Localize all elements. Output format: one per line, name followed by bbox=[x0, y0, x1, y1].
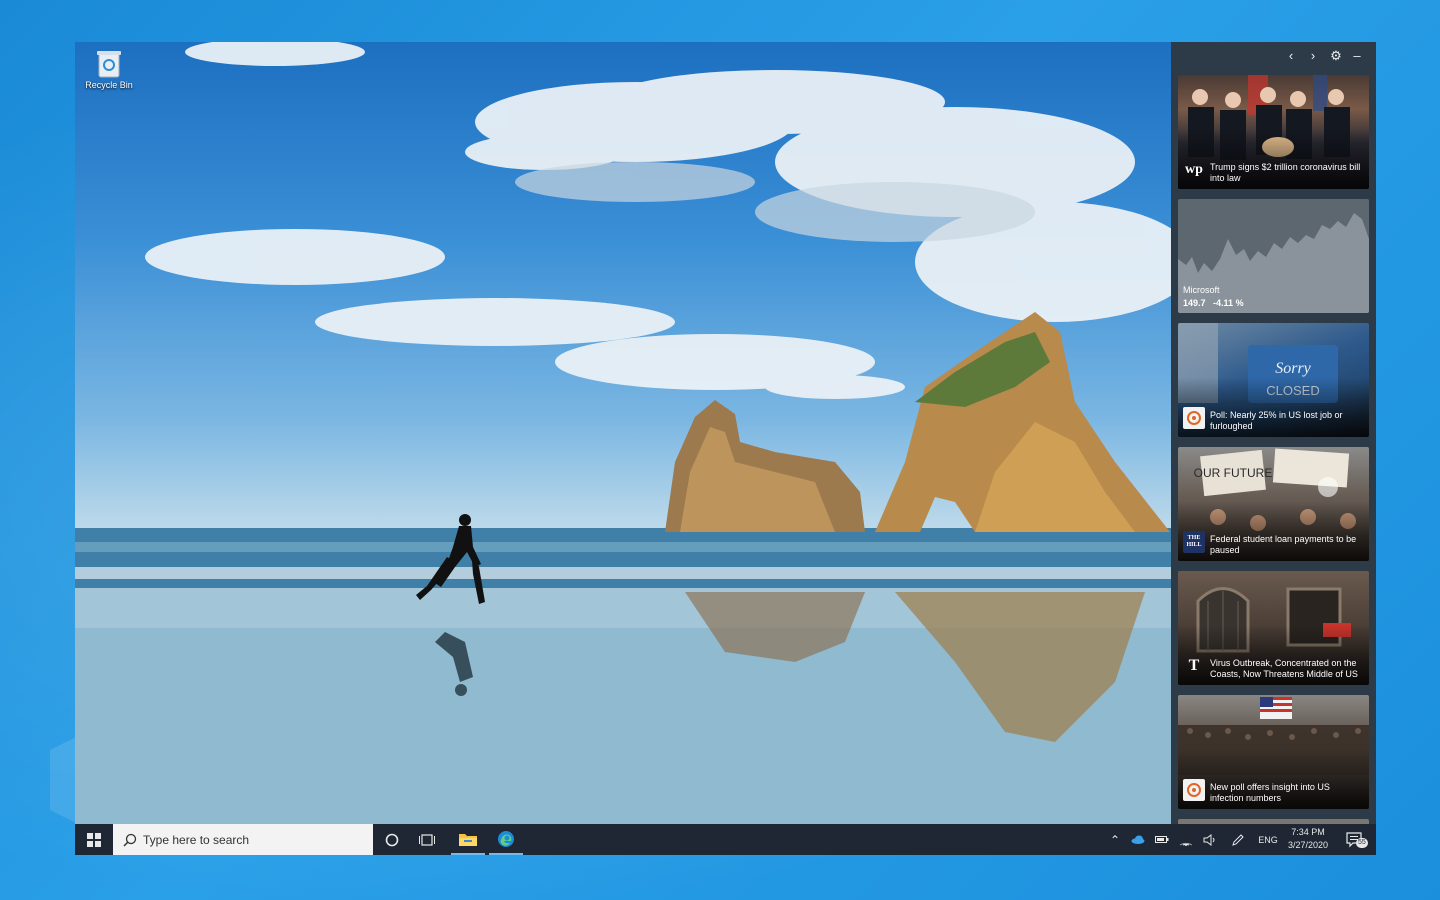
news-card[interactable]: Sorry CLOSED Poll: Nearly 25% in US lost… bbox=[1178, 323, 1369, 437]
action-center-button[interactable]: 55 bbox=[1343, 824, 1369, 855]
cortana-button[interactable] bbox=[378, 824, 406, 855]
stock-change: -4.11 % bbox=[1213, 298, 1244, 308]
task-view-button[interactable] bbox=[413, 824, 441, 855]
stock-value: 149.7 -4.11 % bbox=[1183, 298, 1244, 308]
news-card[interactable]: New poll offers insight into US infectio… bbox=[1178, 695, 1369, 809]
stock-price: 149.7 bbox=[1183, 298, 1206, 308]
clock-date: 3/27/2020 bbox=[1287, 840, 1329, 850]
language-indicator[interactable]: ENG bbox=[1255, 824, 1281, 855]
news-widget-panel: ‹ › ⚙ – wp Trump signs $2 trillion coron… bbox=[1171, 42, 1376, 824]
news-card[interactable]: wp Trump signs $2 trillion coronavirus b… bbox=[1178, 75, 1369, 189]
minimize-icon[interactable]: – bbox=[1350, 49, 1364, 63]
search-box[interactable]: Type here to search bbox=[113, 824, 373, 855]
taskbar: Type here to search ⌃ ENG 7:34 PM 3/27/2… bbox=[75, 824, 1376, 855]
the-hill-logo: THE HILL bbox=[1183, 531, 1205, 553]
edge-button[interactable] bbox=[489, 824, 523, 855]
onedrive-icon[interactable] bbox=[1129, 824, 1147, 855]
news-source-logo bbox=[1183, 407, 1205, 429]
news-headline: Federal student loan payments to be paus… bbox=[1210, 534, 1357, 555]
washington-post-logo: wp bbox=[1185, 162, 1203, 177]
gear-icon[interactable]: ⚙ bbox=[1329, 49, 1343, 63]
edge-icon bbox=[498, 830, 514, 847]
news-headline: Poll: Nearly 25% in US lost job or furlo… bbox=[1210, 410, 1343, 431]
clock[interactable]: 7:34 PM 3/27/2020 bbox=[1282, 826, 1334, 852]
news-headline: Virus Outbreak, Concentrated on the Coas… bbox=[1210, 658, 1358, 679]
chevron-right-icon[interactable]: › bbox=[1306, 49, 1320, 63]
chevron-left-icon[interactable]: ‹ bbox=[1284, 49, 1298, 63]
news-card[interactable]: T Virus Outbreak, Concentrated on the Co… bbox=[1178, 571, 1369, 685]
recycle-bin-label: Recycle Bin bbox=[85, 80, 133, 90]
clock-time: 7:34 PM bbox=[1291, 827, 1325, 837]
chevron-up-icon[interactable]: ⌃ bbox=[1107, 824, 1123, 855]
wifi-icon[interactable] bbox=[1177, 824, 1195, 855]
recycle-bin-icon bbox=[96, 48, 122, 78]
start-button[interactable] bbox=[75, 824, 113, 855]
svg-text:Sorry: Sorry bbox=[1275, 360, 1311, 377]
search-icon bbox=[123, 833, 137, 847]
pen-icon[interactable] bbox=[1229, 824, 1247, 855]
news-card[interactable]: OUR FUTURE THE HILL Federal student loan… bbox=[1178, 447, 1369, 561]
news-source-logo bbox=[1183, 779, 1205, 801]
file-explorer-icon bbox=[459, 833, 477, 846]
panel-header: ‹ › ⚙ – bbox=[1171, 42, 1376, 72]
start-icon bbox=[87, 832, 101, 847]
volume-icon[interactable] bbox=[1201, 824, 1219, 855]
nyt-logo: T bbox=[1188, 657, 1200, 674]
battery-icon[interactable] bbox=[1153, 824, 1171, 855]
notification-badge: 55 bbox=[1356, 838, 1368, 848]
beach-landscape bbox=[75, 42, 1171, 824]
news-headline: Trump signs $2 trillion coronavirus bill… bbox=[1210, 162, 1361, 183]
file-explorer-button[interactable] bbox=[451, 824, 485, 855]
search-placeholder: Type here to search bbox=[143, 832, 250, 847]
stock-card[interactable]: Microsoft 149.7 -4.11 % bbox=[1178, 199, 1369, 313]
news-headline: New poll offers insight into US infectio… bbox=[1210, 782, 1330, 803]
cortana-icon bbox=[385, 833, 399, 846]
desktop-screen: Recycle Bin ‹ › ⚙ – wp Trump signs $2 tr… bbox=[75, 42, 1376, 855]
desktop-icon-recycle-bin[interactable]: Recycle Bin bbox=[81, 48, 137, 90]
task-view-icon bbox=[419, 833, 435, 846]
desktop-wallpaper: Recycle Bin bbox=[75, 42, 1171, 824]
svg-text:OUR FUTURE: OUR FUTURE bbox=[1194, 466, 1273, 480]
stock-chart bbox=[1178, 213, 1369, 313]
stock-name: Microsoft bbox=[1183, 285, 1220, 295]
